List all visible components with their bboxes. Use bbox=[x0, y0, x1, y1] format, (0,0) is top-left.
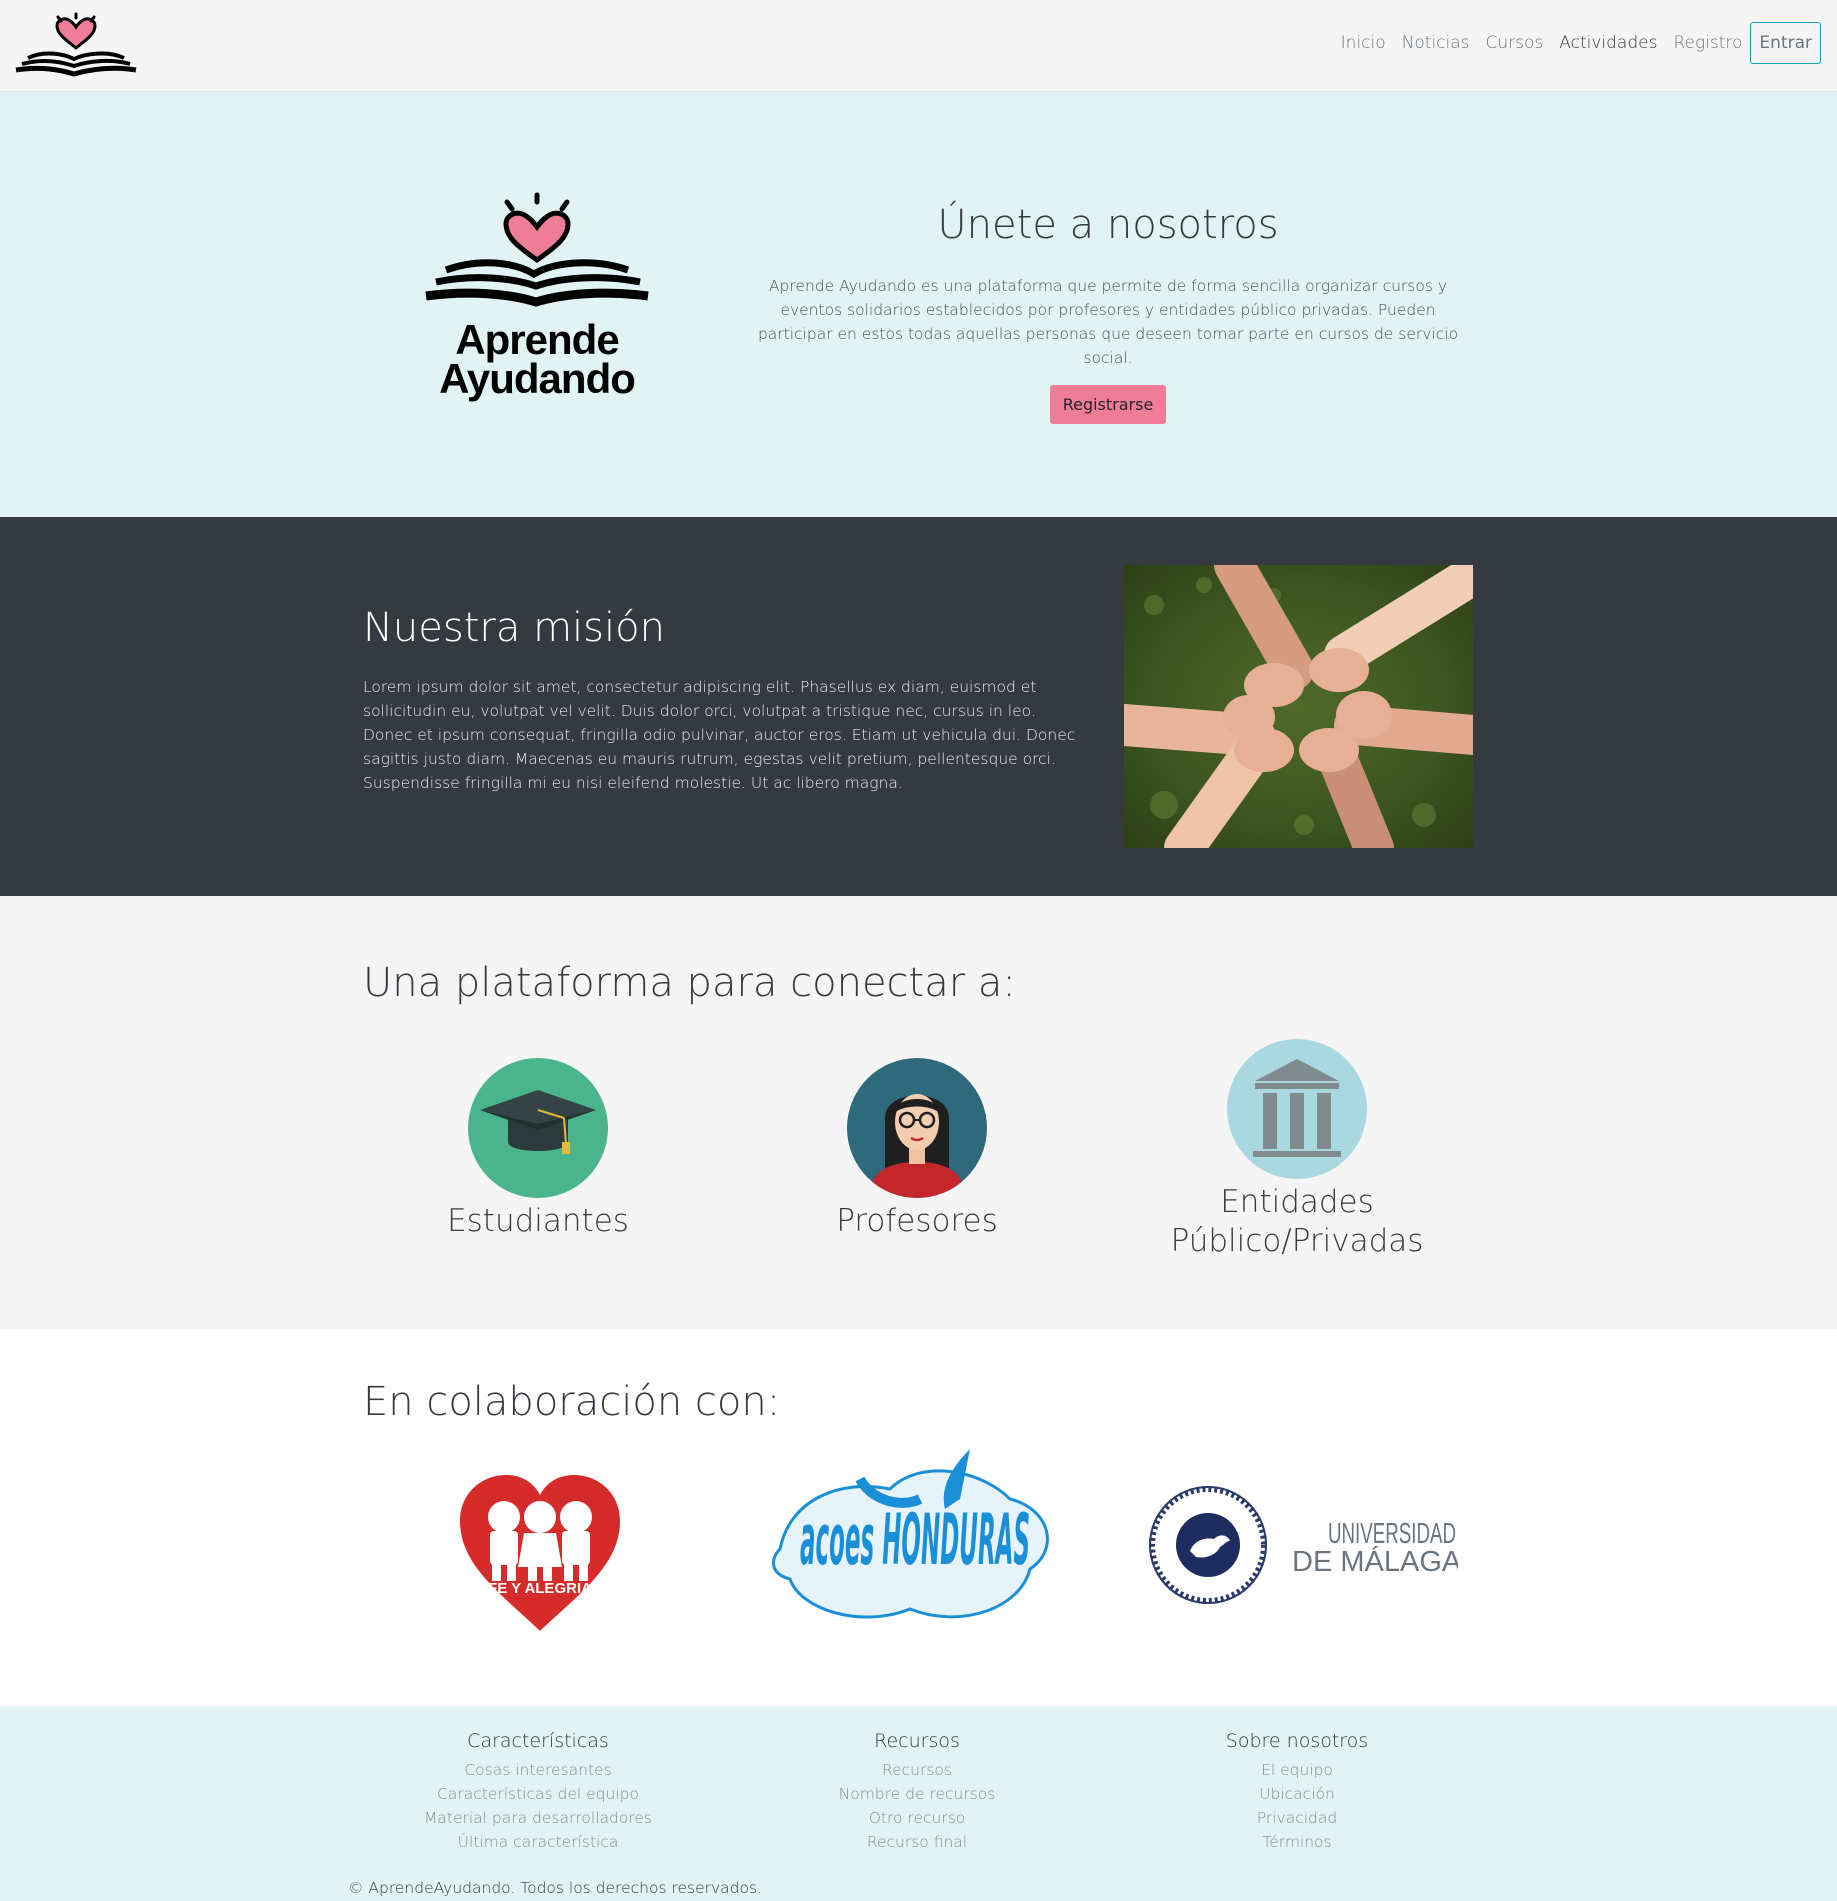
institution-building-icon bbox=[1227, 1039, 1367, 1179]
heart-book-icon bbox=[15, 12, 137, 77]
footer-link[interactable]: Recursos bbox=[727, 1758, 1107, 1782]
joined-hands-photo bbox=[1124, 565, 1473, 848]
collab-title: En colaboración con: bbox=[363, 1379, 781, 1425]
svg-text:DE MÁLAGA: DE MÁLAGA bbox=[1292, 1545, 1458, 1578]
footer-col-caracteristicas: Características Cosas interesantes Carac… bbox=[348, 1730, 728, 1854]
footer-link[interactable]: Términos bbox=[1107, 1830, 1487, 1854]
nav-link-inicio[interactable]: Inicio bbox=[1333, 33, 1394, 53]
brand-logo[interactable] bbox=[14, 12, 138, 78]
footer-link[interactable]: El equipo bbox=[1107, 1758, 1487, 1782]
hero-section: Aprende Ayudando Únete a nosotros Aprend… bbox=[0, 92, 1837, 517]
fe-y-alegria-logo[interactable]: FE Y ALEGRIA bbox=[460, 1475, 620, 1639]
hero-logo-text: Aprende Ayudando bbox=[424, 316, 650, 402]
platform-section: Una plataforma para conectar a: Estudian… bbox=[0, 896, 1837, 1329]
role-estudiantes: Estudiantes bbox=[348, 1058, 728, 1241]
footer-link[interactable]: Privacidad bbox=[1107, 1806, 1487, 1830]
role-profesores: Profesores bbox=[727, 1058, 1107, 1241]
role-label: Entidades Público/Privadas bbox=[1170, 1184, 1424, 1259]
hero-description: Aprende Ayudando es una plataforma que p… bbox=[757, 277, 1459, 367]
footer-col-title: Características bbox=[467, 1730, 609, 1752]
footer-link[interactable]: Características del equipo bbox=[348, 1782, 728, 1806]
mission-title: Nuestra misión bbox=[363, 605, 665, 651]
nav-link-registro[interactable]: Registro bbox=[1665, 33, 1750, 53]
nav-link-noticias[interactable]: Noticias bbox=[1394, 33, 1478, 53]
footer-col-sobre-nosotros: Sobre nosotros El equipo Ubicación Priva… bbox=[1107, 1730, 1487, 1854]
nav-links: Inicio Noticias Cursos Actividades Regis… bbox=[1333, 22, 1821, 64]
universidad-malaga-logo[interactable]: UNIVERSIDAD DE MÁLAGA bbox=[1148, 1485, 1462, 1609]
register-button[interactable]: Registrarse bbox=[1049, 385, 1167, 424]
mission-section: Nuestra misión Lorem ipsum dolor sit ame… bbox=[0, 517, 1837, 896]
footer-link[interactable]: Última característica bbox=[348, 1830, 728, 1854]
platform-title: Una plataforma para conectar a: bbox=[363, 960, 1016, 1006]
heart-book-icon bbox=[425, 192, 649, 307]
teacher-avatar-icon bbox=[847, 1058, 987, 1198]
collab-section: En colaboración con: FE Y ALEGRIA acoes … bbox=[0, 1329, 1837, 1706]
hero-content: Únete a nosotros Aprende Ayudando es una… bbox=[748, 202, 1468, 424]
mission-text: Lorem ipsum dolor sit amet, consectetur … bbox=[363, 678, 1076, 792]
role-label: Profesores bbox=[836, 1203, 998, 1239]
footer-link[interactable]: Nombre de recursos bbox=[727, 1782, 1107, 1806]
hero-logo-line2: Ayudando bbox=[439, 355, 636, 402]
fe-y-alegria-name: FE Y ALEGRIA bbox=[488, 1580, 592, 1597]
hero-logo: Aprende Ayudando bbox=[424, 192, 650, 412]
nav-link-actividades[interactable]: Actividades bbox=[1551, 33, 1665, 53]
footer-col-recursos: Recursos Recursos Nombre de recursos Otr… bbox=[727, 1730, 1107, 1854]
role-label: Estudiantes bbox=[447, 1203, 629, 1239]
navbar: Inicio Noticias Cursos Actividades Regis… bbox=[0, 0, 1837, 92]
footer-link[interactable]: Otro recurso bbox=[727, 1806, 1107, 1830]
copyright: © AprendeAyudando. Todos los derechos re… bbox=[348, 1879, 763, 1897]
hero-logo-line1: Aprende bbox=[455, 316, 619, 363]
footer: Características Cosas interesantes Carac… bbox=[0, 1706, 1837, 1901]
footer-col-title: Sobre nosotros bbox=[1225, 1730, 1369, 1752]
hero-title: Únete a nosotros bbox=[937, 202, 1279, 248]
graduation-cap-icon bbox=[468, 1058, 608, 1198]
footer-link[interactable]: Recurso final bbox=[727, 1830, 1107, 1854]
login-button[interactable]: Entrar bbox=[1750, 22, 1821, 64]
footer-col-title: Recursos bbox=[874, 1730, 960, 1752]
footer-link[interactable]: Material para desarrolladores bbox=[348, 1806, 728, 1830]
role-entidades: Entidades Público/Privadas bbox=[1107, 1039, 1487, 1261]
acoes-honduras-logo[interactable]: acoes HONDURAS bbox=[770, 1439, 1060, 1643]
acoes-name: acoes HONDURAS bbox=[800, 1499, 1030, 1581]
footer-link[interactable]: Cosas interesantes bbox=[348, 1758, 728, 1782]
nav-link-cursos[interactable]: Cursos bbox=[1478, 33, 1552, 53]
footer-link[interactable]: Ubicación bbox=[1107, 1782, 1487, 1806]
